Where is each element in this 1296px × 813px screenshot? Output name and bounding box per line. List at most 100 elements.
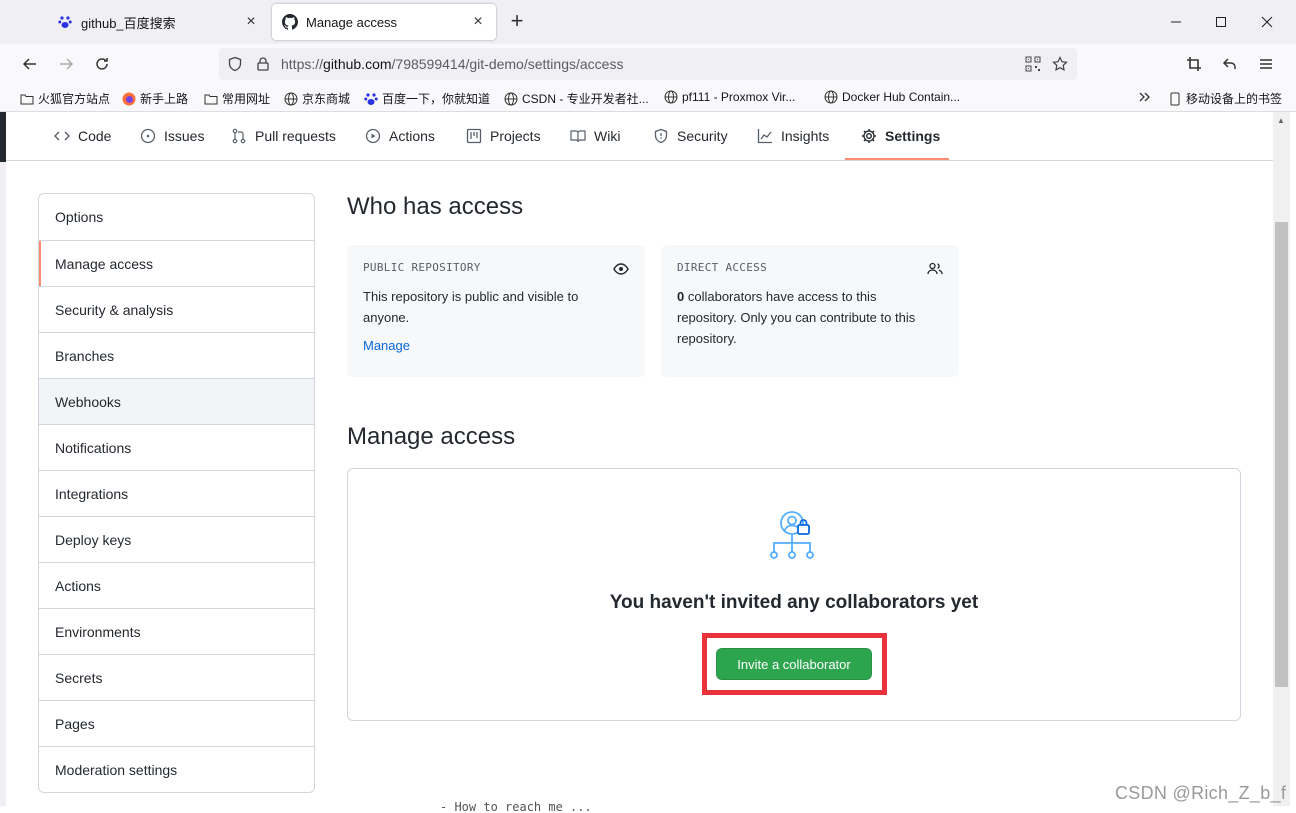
sidebar-item-label: Security & analysis <box>55 301 174 318</box>
lock-icon[interactable] <box>255 56 271 75</box>
mobile-bookmarks[interactable]: 移动设备上的书签 <box>1168 90 1282 107</box>
screenshot-crop-icon[interactable] <box>1182 52 1206 76</box>
bookmark-item[interactable]: 常用网址 <box>204 90 270 107</box>
url-scheme: https:// <box>281 56 324 72</box>
tab-code[interactable]: Code <box>54 128 111 144</box>
tab-insights[interactable]: Insights <box>757 128 829 144</box>
close-icon[interactable]: × <box>243 14 259 30</box>
back-button[interactable] <box>18 52 42 76</box>
bookmark-item[interactable]: pf111 - Proxmox Vir... <box>664 90 795 104</box>
sidebar-item-actions[interactable]: Actions <box>39 562 314 608</box>
globe-icon <box>824 90 838 104</box>
sidebar-item-label: Notifications <box>55 439 132 456</box>
tab-issues[interactable]: Issues <box>140 128 204 144</box>
star-bookmark-icon[interactable] <box>1052 56 1068 75</box>
scrollbar-thumb[interactable] <box>1275 222 1288 687</box>
bookmark-item[interactable]: CSDN - 专业开发者社... <box>504 90 649 107</box>
card-label: PUBLIC REPOSITORY <box>363 261 481 274</box>
sidebar-item-deploy-keys[interactable]: Deploy keys <box>39 516 314 562</box>
bookmark-item[interactable]: 新手上路 <box>122 90 188 107</box>
play-icon <box>365 128 381 144</box>
sidebar-item-label: Integrations <box>55 485 129 502</box>
page-scrollbar[interactable]: ▲ <box>1273 112 1290 810</box>
code-icon <box>54 128 70 144</box>
pull-request-icon <box>231 128 247 144</box>
sidebar-item-webhooks[interactable]: Webhooks <box>39 378 314 424</box>
page-viewport: Code Issues Pull requests Actions Projec… <box>6 112 1290 810</box>
bookmark-label: CSDN - 专业开发者社... <box>522 92 649 106</box>
navigation-toolbar: https://github.com/798599414/git-demo/se… <box>0 44 1296 84</box>
graph-icon <box>757 128 773 144</box>
tab-actions[interactable]: Actions <box>365 128 435 144</box>
sidebar-item-moderation-settings[interactable]: Moderation settings <box>39 746 314 792</box>
card-description: This repository is public and visible to… <box>363 289 579 325</box>
tab-pull-requests[interactable]: Pull requests <box>231 128 336 144</box>
folder-icon <box>20 92 34 106</box>
tab-label: Wiki <box>594 128 621 144</box>
address-bar[interactable]: https://github.com/798599414/git-demo/se… <box>219 48 1077 80</box>
shield-icon <box>653 128 669 144</box>
sidebar-item-label: Branches <box>55 347 115 364</box>
undo-close-tab-icon[interactable] <box>1218 52 1242 76</box>
sidebar-item-notifications[interactable]: Notifications <box>39 424 314 470</box>
url-path: /798599414/git-demo/settings/access <box>391 56 624 72</box>
bookmark-item[interactable]: 京东商城 <box>284 90 350 107</box>
tab-settings[interactable]: Settings <box>861 128 940 144</box>
tab-security[interactable]: Security <box>653 128 728 144</box>
sidebar-item-manage-access[interactable]: Manage access <box>39 240 314 286</box>
people-icon <box>927 261 943 277</box>
eye-icon <box>613 261 629 277</box>
empty-state-title: You haven't invited any collaborators ye… <box>609 592 979 613</box>
shield-icon[interactable] <box>227 56 243 75</box>
card-description-text: collaborators have access to this reposi… <box>677 289 916 346</box>
tab-label: Issues <box>164 128 205 144</box>
selected-tab-underline <box>845 158 949 160</box>
tab-manage-access[interactable]: Manage access × <box>272 4 496 40</box>
sidebar-item-secrets[interactable]: Secrets <box>39 654 314 700</box>
sidebar-item-label: Options <box>55 209 104 225</box>
bookmark-item[interactable]: 百度一下，你就知道 <box>364 90 490 107</box>
sidebar-item-options[interactable]: Options <box>39 194 314 240</box>
card-description: 0 collaborators have access to this repo… <box>677 286 937 349</box>
forward-button[interactable] <box>54 52 78 76</box>
direct-access-card: DIRECT ACCESS 0 collaborators have acces… <box>661 245 959 377</box>
tab-bar: github_百度搜索 × Manage access × + <box>0 0 1296 44</box>
tab-projects[interactable]: Projects <box>466 128 541 144</box>
card-label: DIRECT ACCESS <box>677 261 767 274</box>
hamburger-menu-icon[interactable] <box>1254 52 1278 76</box>
sidebar-item-branches[interactable]: Branches <box>39 332 314 378</box>
tab-baidu-search[interactable]: github_百度搜索 × <box>47 4 269 40</box>
project-icon <box>466 128 482 144</box>
tab-label: Settings <box>885 128 941 144</box>
tab-wiki[interactable]: Wiki <box>570 128 620 144</box>
settings-sidebar: Options Manage access Security & analysi… <box>38 193 315 793</box>
sidebar-item-security-analysis[interactable]: Security & analysis <box>39 286 314 332</box>
sidebar-item-pages[interactable]: Pages <box>39 700 314 746</box>
background-window-edge <box>1290 112 1296 813</box>
sidebar-item-integrations[interactable]: Integrations <box>39 470 314 516</box>
sidebar-item-label: Moderation settings <box>55 761 178 778</box>
minimize-button[interactable] <box>1166 12 1186 32</box>
bookmark-label: 新手上路 <box>140 92 189 106</box>
bookmarks-toolbar: 火狐官方站点 新手上路 常用网址 京东商城 百度一下，你就知道 CSDN - 专… <box>0 84 1296 112</box>
issue-icon <box>140 128 156 144</box>
globe-icon <box>284 92 298 106</box>
scroll-up-arrow-icon[interactable]: ▲ <box>1277 116 1285 125</box>
close-icon[interactable]: × <box>470 14 486 30</box>
url-text[interactable]: https://github.com/798599414/git-demo/se… <box>281 56 623 72</box>
qr-code-icon[interactable] <box>1025 56 1041 75</box>
new-tab-button[interactable]: + <box>505 10 529 34</box>
manage-link[interactable]: Manage <box>363 338 629 353</box>
bookmark-item[interactable]: 火狐官方站点 <box>20 90 110 107</box>
maximize-button[interactable] <box>1211 12 1231 32</box>
reload-button[interactable] <box>90 52 114 76</box>
close-window-button[interactable] <box>1257 12 1277 32</box>
bookmark-label: 百度一下，你就知道 <box>382 92 491 106</box>
sidebar-item-environments[interactable]: Environments <box>39 608 314 654</box>
bookmarks-overflow-icon[interactable] <box>1138 90 1152 104</box>
manage-access-heading: Manage access <box>347 423 516 450</box>
collaborators-blankslate: You haven't invited any collaborators ye… <box>347 468 1241 721</box>
tab-title: github_百度搜索 <box>81 15 176 31</box>
main-content: Who has access PUBLIC REPOSITORY This re… <box>347 193 1241 721</box>
bookmark-item[interactable]: Docker Hub Contain... <box>824 90 960 104</box>
